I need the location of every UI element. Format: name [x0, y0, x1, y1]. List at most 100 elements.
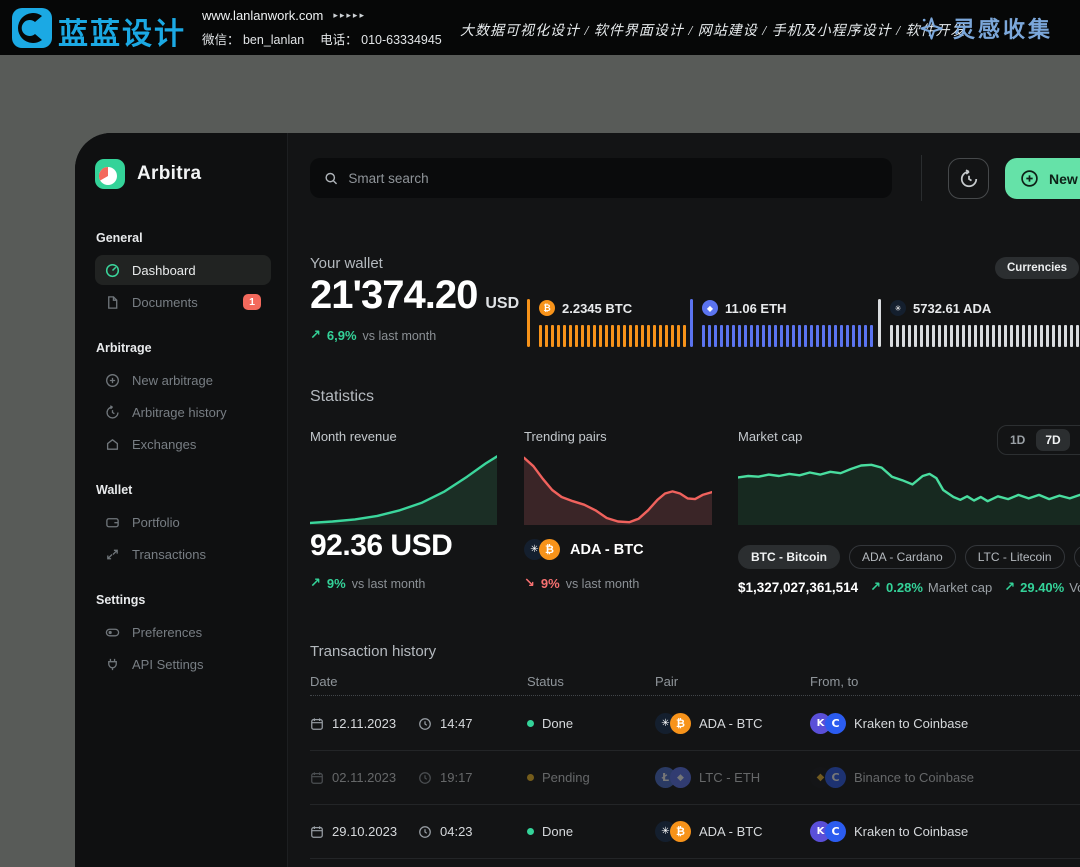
calendar-icon	[310, 825, 324, 839]
market-cap-stats: $1,327,027,361,514 ↗ 0.28% Market cap ↗ …	[738, 580, 1080, 595]
banner-brand: 蓝蓝设计	[58, 9, 186, 53]
clock-icon	[418, 771, 432, 785]
range-1d[interactable]: 1D	[1001, 429, 1034, 451]
range-selector: 1D 7D 1M	[997, 425, 1080, 455]
transaction-row[interactable]: 02.11.2023 19:17 Pending Ł◆ LTC - ETH ◆C…	[310, 751, 1080, 805]
ada-coin-icon: ✳	[890, 300, 906, 316]
topbar-divider	[921, 155, 922, 201]
sidebar-item-documents[interactable]: Documents 1	[95, 287, 271, 317]
wallet-title: Your wallet	[310, 255, 383, 272]
up-arrow-icon: ↗	[870, 580, 881, 595]
banner-arrows: ▸▸▸▸▸	[333, 11, 366, 21]
app-window: Arbitra General Dashboard Documents 1 Ar…	[75, 133, 1080, 867]
eth-bars	[702, 325, 876, 347]
plug-icon	[105, 657, 120, 672]
sidebar-item-api-settings[interactable]: API Settings	[95, 649, 271, 679]
calendar-icon	[310, 771, 324, 785]
sidebar: Arbitra General Dashboard Documents 1 Ar…	[75, 133, 288, 867]
sidebar-section-general: General	[96, 231, 271, 245]
plus-circle-icon	[105, 373, 120, 388]
btc-coin-icon: ₿	[539, 300, 555, 316]
market-pair-pills: BTC - Bitcoin ADA - Cardano LTC - Liteco…	[738, 545, 1080, 569]
search-input[interactable]	[348, 171, 878, 186]
trending-pairs-label: Trending pairs	[524, 429, 607, 444]
dashboard-gauge-icon	[105, 263, 120, 278]
lanlan-logo-icon	[12, 8, 52, 48]
wallet-change: ↗ 6,9% vs last month	[310, 328, 436, 343]
search-icon	[324, 171, 338, 186]
history-button[interactable]	[948, 158, 989, 199]
holding-btc: ₿ 2.2345 BTC	[527, 299, 690, 347]
search-bar[interactable]	[310, 158, 892, 198]
up-arrow-icon: ↗	[310, 576, 321, 591]
sidebar-item-exchanges[interactable]: Exchanges	[95, 429, 271, 459]
banner-website: www.lanlanwork.com	[202, 8, 323, 23]
history-icon	[105, 405, 120, 420]
ada-bars	[890, 325, 1080, 347]
document-icon	[105, 295, 120, 310]
btc-coin-icon: ₿	[670, 821, 691, 842]
up-arrow-icon: ↗	[310, 328, 321, 343]
banner-wechat: 微信： ben_lanlan	[202, 33, 304, 47]
status-pending-dot	[527, 774, 534, 781]
sidebar-section-settings: Settings	[96, 593, 271, 607]
down-arrow-icon: ↘	[524, 576, 535, 591]
eth-coin-icon: ◆	[702, 300, 718, 316]
banner-collect: 灵感收集	[918, 12, 1053, 44]
new-arbitrage-button[interactable]: New arbitrage	[1005, 158, 1080, 199]
toggle-icon	[105, 625, 120, 640]
pill-eth-ethereum[interactable]: ETH - Ethereum	[1074, 545, 1080, 569]
sidebar-item-new-arbitrage[interactable]: New arbitrage	[95, 365, 271, 395]
balance-currency: USD	[485, 295, 519, 312]
plus-circle-icon	[1020, 169, 1039, 188]
tab-currencies[interactable]: Currencies	[995, 257, 1079, 279]
sidebar-section-arbitrage: Arbitrage	[96, 341, 271, 355]
transaction-row[interactable]: 29.10.2023 04:23 Done ✳₿ ADA - BTC KC Kr…	[310, 805, 1080, 859]
pill-btc-bitcoin[interactable]: BTC - Bitcoin	[738, 545, 840, 569]
history-icon	[959, 169, 979, 189]
coinbase-icon: C	[825, 821, 846, 842]
sidebar-item-preferences[interactable]: Preferences	[95, 617, 271, 647]
main-content: New arbitrage Your wallet Currencies Exc…	[288, 133, 1080, 867]
market-cap-chart	[738, 455, 1080, 525]
arbitra-logo-icon	[95, 159, 125, 189]
trending-pairs-change: ↘ 9% vs last month	[524, 576, 639, 591]
pill-ada-cardano[interactable]: ADA - Cardano	[849, 545, 956, 569]
clock-icon	[418, 717, 432, 731]
transaction-row[interactable]: 12.11.2023 14:47 Done ✳₿ ADA - BTC KC Kr…	[310, 697, 1080, 751]
market-cap-label: Market cap	[738, 429, 802, 444]
month-revenue-change: ↗ 9% vs last month	[310, 576, 425, 591]
sparkle-star-icon	[918, 15, 945, 42]
transfer-arrows-icon	[105, 547, 120, 562]
wallet-balance: 21'374.20USD	[310, 273, 519, 318]
btc-coin-icon: ₿	[670, 713, 691, 734]
month-revenue-chart	[310, 455, 497, 525]
calendar-icon	[310, 717, 324, 731]
app-name: Arbitra	[137, 163, 201, 185]
sidebar-item-arbitrage-history[interactable]: Arbitrage history	[95, 397, 271, 427]
coinbase-icon: C	[825, 767, 846, 788]
range-7d[interactable]: 7D	[1036, 429, 1069, 451]
holding-eth: ◆ 11.06 ETH	[690, 299, 878, 347]
sidebar-item-transactions[interactable]: Transactions	[95, 539, 271, 569]
transactions-header: Date Status Pair From, to	[310, 674, 1080, 696]
status-done-dot	[527, 720, 534, 727]
wallet-icon	[105, 515, 120, 530]
transactions-title: Transaction history	[310, 643, 436, 660]
promo-banner: 蓝蓝设计 www.lanlanwork.com ▸▸▸▸▸ 微信： ben_la…	[0, 0, 1080, 55]
banner-services: 大数据可视化设计 / 软件界面设计 / 网站建设 / 手机及小程序设计 / 软件…	[460, 20, 966, 40]
sidebar-item-portfolio[interactable]: Portfolio	[95, 507, 271, 537]
holding-ada: ✳ 5732.61 ADA	[878, 299, 1080, 347]
eth-coin-icon: ◆	[670, 767, 691, 788]
trending-pairs-chart	[524, 455, 712, 525]
documents-badge: 1	[243, 294, 261, 310]
coinbase-icon: C	[825, 713, 846, 734]
banner-phone: 电话： 010-63334945	[320, 33, 442, 47]
range-1m[interactable]: 1M	[1072, 429, 1080, 451]
sidebar-item-dashboard[interactable]: Dashboard	[95, 255, 271, 285]
clock-icon	[418, 825, 432, 839]
exchange-building-icon	[105, 437, 120, 452]
status-done-dot	[527, 828, 534, 835]
trending-pair: ✳ ₿ ADA - BTC	[524, 539, 644, 560]
pill-ltc-litecoin[interactable]: LTC - Litecoin	[965, 545, 1065, 569]
